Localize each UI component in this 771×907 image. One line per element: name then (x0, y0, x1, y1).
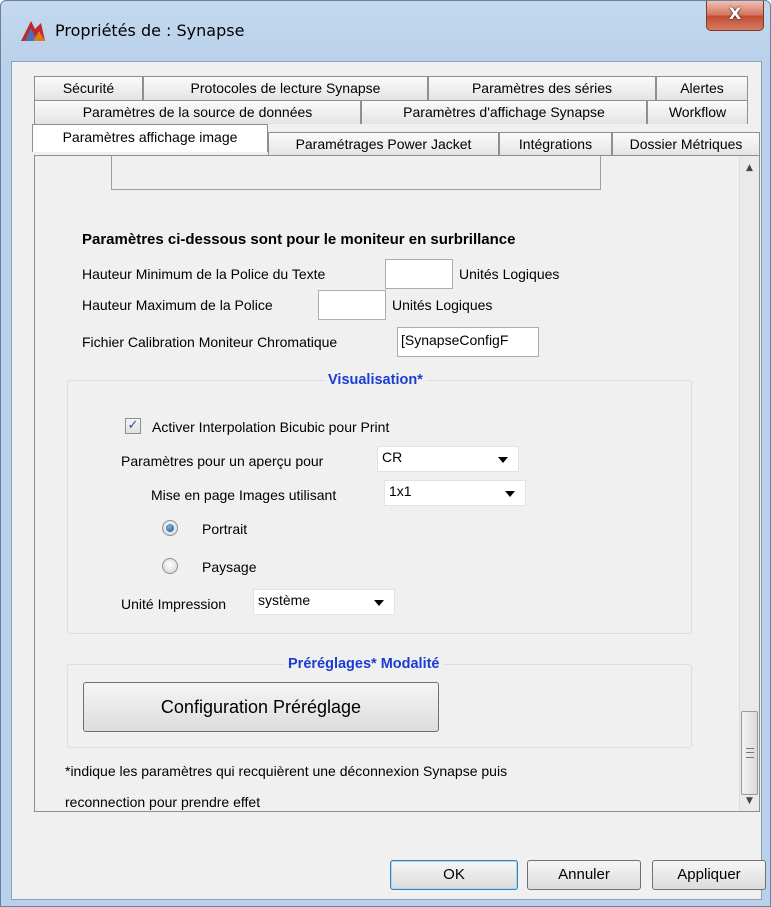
tab-affichage-image[interactable]: Paramètres affichage image (32, 124, 268, 152)
tab-affichage-synapse[interactable]: Paramètres d'affichage Synapse (361, 100, 647, 124)
preset-configuration-button[interactable]: Configuration Préréglage (83, 682, 439, 732)
title-bar[interactable]: Propriétés de : Synapse X (1, 1, 770, 61)
image-layout-value: 1x1 (389, 483, 412, 499)
tab-dossier-metriques[interactable]: Dossier Métriques (612, 132, 760, 156)
tab-parametres-series[interactable]: Paramètres des séries (428, 76, 656, 100)
tab-power-jacket[interactable]: Paramétrages Power Jacket (268, 132, 499, 156)
layout-label: Mise en page Images utilisant (151, 487, 337, 503)
max-font-unit: Unités Logiques (392, 297, 493, 313)
dialog-client-area: Sécurité Protocoles de lecture Synapse P… (11, 61, 766, 900)
window-title: Propriétés de : Synapse (55, 21, 245, 40)
bicubic-checkbox[interactable]: ✓ (125, 418, 141, 434)
tab-alertes[interactable]: Alertes (656, 76, 748, 100)
portrait-radio[interactable] (162, 520, 178, 536)
min-font-input[interactable] (385, 259, 453, 289)
print-unit-label: Unité Impression (121, 596, 227, 612)
footnote-line-1: *indique les paramètres qui recquièrent … (65, 763, 508, 779)
footnote-line-2: reconnection pour prendre effet (65, 794, 261, 810)
calibration-label: Fichier Calibration Moniteur Chromatique (82, 334, 338, 350)
close-button[interactable]: X (706, 1, 764, 31)
vertical-scrollbar[interactable]: ▲ ▼ (739, 156, 759, 811)
tab-source-donnees[interactable]: Paramètres de la source de données (34, 100, 361, 124)
scrolled-groupbox-remnant (111, 156, 601, 190)
max-font-input[interactable] (318, 290, 386, 320)
presets-legend: Préréglages* Modalité (284, 656, 444, 672)
scroll-up-arrow-icon[interactable]: ▲ (740, 158, 759, 178)
visualisation-legend: Visualisation* (324, 372, 427, 388)
min-font-unit: Unités Logiques (459, 266, 560, 282)
preview-modality-value: CR (382, 449, 403, 465)
max-font-label: Hauteur Maximum de la Police (82, 297, 273, 313)
print-unit-select[interactable]: système (253, 589, 395, 615)
bicubic-label: Activer Interpolation Bicubic pour Print (152, 419, 390, 435)
tab-protocoles-lecture[interactable]: Protocoles de lecture Synapse (143, 76, 428, 100)
scroll-down-arrow-icon[interactable]: ▼ (740, 791, 759, 811)
monitor-section-heading: Paramètres ci-dessous sont pour le monit… (82, 231, 516, 248)
tab-integrations[interactable]: Intégrations (499, 132, 612, 156)
chevron-down-icon (498, 457, 508, 463)
scrollbar-grip-icon (746, 748, 754, 758)
scrollable-content: Paramètres ci-dessous sont pour le monit… (35, 156, 739, 811)
preview-label: Paramètres pour un aperçu pour (121, 453, 324, 469)
tab-workflow[interactable]: Workflow (647, 100, 748, 124)
tab-panel: Paramètres ci-dessous sont pour le monit… (34, 155, 760, 812)
portrait-label: Portrait (202, 521, 248, 537)
chevron-down-icon (505, 491, 515, 497)
ok-button[interactable]: OK (390, 860, 518, 890)
min-font-label: Hauteur Minimum de la Police du Texte (82, 266, 326, 282)
tab-securite[interactable]: Sécurité (34, 76, 143, 100)
apply-button[interactable]: Appliquer (652, 860, 766, 890)
image-layout-select[interactable]: 1x1 (384, 480, 526, 506)
cancel-button[interactable]: Annuler (527, 860, 641, 890)
print-unit-value: système (258, 592, 311, 608)
landscape-label: Paysage (202, 559, 257, 575)
calibration-file-input[interactable]: [SynapseConfigF (397, 327, 539, 357)
synapse-logo-icon (21, 21, 45, 41)
scrollbar-thumb[interactable] (741, 711, 758, 795)
properties-window: Propriétés de : Synapse X Sécurité Proto… (0, 0, 771, 907)
preview-modality-select[interactable]: CR (377, 446, 519, 472)
chevron-down-icon (374, 600, 384, 606)
landscape-radio[interactable] (162, 558, 178, 574)
